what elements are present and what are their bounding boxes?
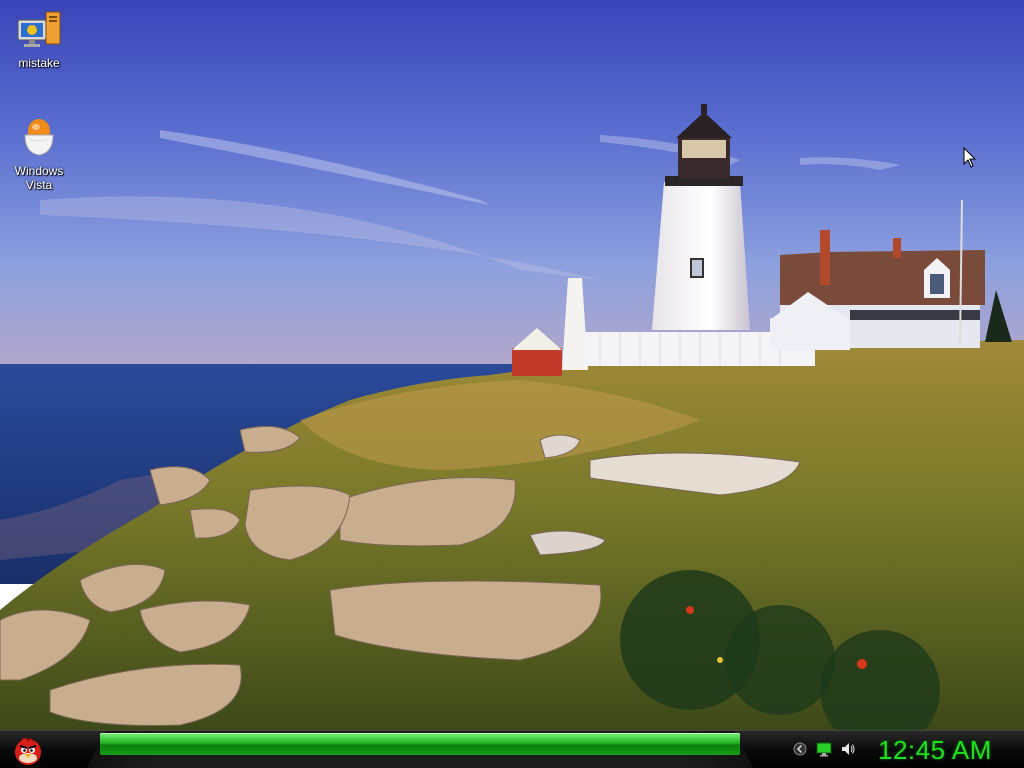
desktop-icon-label: mistake xyxy=(18,56,60,70)
mouse-cursor-icon xyxy=(963,147,977,168)
desktop: mistake Windows Vista 12:45 AM xyxy=(0,0,1024,768)
start-button[interactable] xyxy=(0,731,56,768)
taskbar-active-indicator[interactable] xyxy=(100,733,740,755)
desktop-icon-windows-vista[interactable]: Windows Vista xyxy=(2,114,76,192)
chevron-left-icon[interactable] xyxy=(792,741,808,757)
egg-cup-icon xyxy=(15,114,63,162)
desktop-icon-label: Windows Vista xyxy=(14,164,64,192)
network-monitor-icon[interactable] xyxy=(816,741,832,757)
speaker-icon[interactable] xyxy=(840,741,856,757)
taskbar-clock[interactable]: 12:45 AM xyxy=(878,735,992,766)
angry-bird-icon xyxy=(15,737,41,765)
taskbar: 12:45 AM xyxy=(0,730,1024,768)
wallpaper-lighthouse-scene xyxy=(0,0,1024,730)
computer-icon xyxy=(15,6,63,54)
desktop-icon-mistake[interactable]: mistake xyxy=(2,6,76,70)
